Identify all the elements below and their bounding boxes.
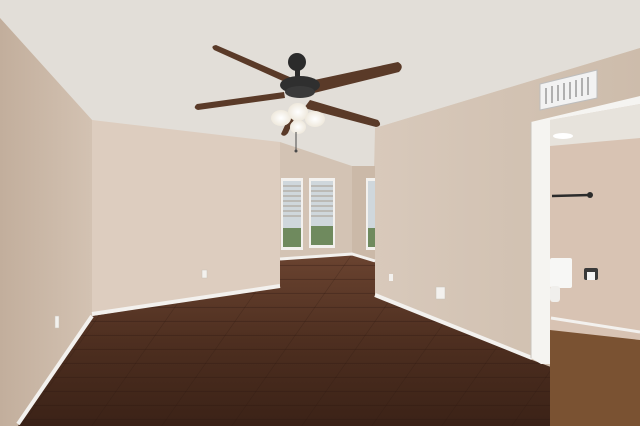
outlet-back xyxy=(201,269,208,279)
window-middle xyxy=(309,178,335,248)
outlet-left xyxy=(54,315,60,329)
room-scene xyxy=(0,0,640,426)
window-right xyxy=(366,178,375,250)
back-left-wall xyxy=(92,120,280,312)
window-left xyxy=(281,178,303,250)
outlet-alcove xyxy=(389,274,393,281)
outlet-right xyxy=(435,286,446,300)
